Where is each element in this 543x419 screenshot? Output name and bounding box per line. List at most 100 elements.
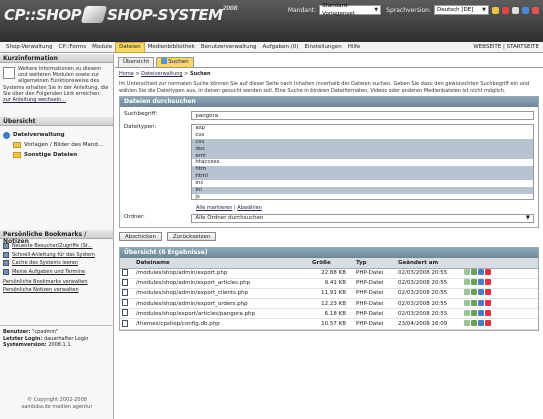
download-icon[interactable] [471,309,477,316]
download-icon[interactable] [471,269,477,276]
breadcrumb-home[interactable]: Home [119,71,134,77]
tab-uebersicht[interactable]: Übersicht [118,57,155,67]
menu-einstellungen[interactable]: Einstellungen [302,42,345,53]
table-row[interactable]: /modules/shop/admin/export_articles.php 9… [120,278,538,289]
cell-filename[interactable]: /themes/cpshop/config.db.php [134,318,310,330]
filetype-option[interactable]: asp [192,125,533,132]
edit-icon[interactable] [478,299,484,306]
delete-icon[interactable] [485,309,491,316]
view-icon[interactable] [464,289,470,296]
delete-icon[interactable] [485,269,491,276]
view-icon[interactable] [464,269,470,276]
download-icon[interactable] [471,279,477,286]
cell-filename[interactable]: /modules/shop/admin/export_articles.php [134,278,310,289]
mark-all-link[interactable]: Alle markieren [196,205,232,211]
help-icon[interactable] [502,6,509,14]
submit-button[interactable]: Abschicken [119,232,163,241]
menu-aufgaben[interactable]: Aufgaben (0) [260,42,302,53]
manage-notes-link[interactable]: Persönliche Notizen verwalten [3,286,110,294]
table-row[interactable]: /modules/shop/admin/export.php 22.88 KB PH… [120,268,538,279]
col-filename[interactable]: Dateiname [134,258,310,269]
star-icon[interactable] [492,6,499,14]
delete-icon[interactable] [485,279,491,286]
download-icon[interactable] [471,289,477,296]
filetype-option[interactable]: js [192,194,533,199]
bookmark-item[interactable]: Neueste Besucher/Zugriffe (St... [3,242,110,251]
copyright: © Copyright 2002-2008 sandoba.de medien a… [21,397,93,410]
bookmark-item[interactable]: Schnell-Anleitung für das System [3,251,110,260]
cell-filename[interactable]: /modules/shop/admin/export_orders.php [134,298,310,310]
cell-filename[interactable]: /modules/shop/admin/export_clients.php [134,288,310,300]
table-row[interactable]: /modules/shop/export/articles/pangora.ph… [120,308,538,320]
delete-icon[interactable] [485,299,491,306]
tree-root[interactable]: Dateiverwaltung [3,130,110,140]
info-icon[interactable] [522,6,529,14]
tab-suchen[interactable]: Suchen [156,57,194,67]
download-icon[interactable] [471,299,477,306]
cell-type: PHP-Datei [354,288,396,300]
col-size[interactable]: Größe [310,258,354,269]
logout-icon[interactable] [532,6,539,14]
results-title: Übersicht (6 Ergebnisse) [120,248,538,258]
edit-icon[interactable] [478,269,484,276]
table-row[interactable]: /modules/shop/admin/export_clients.php 11… [120,288,538,300]
menu-hilfe[interactable]: Hilfe [345,42,364,53]
filetype-option[interactable]: inc [192,180,533,187]
filetype-option[interactable]: htm [192,166,533,174]
view-icon[interactable] [464,309,470,316]
menu-benutzerverwaltung[interactable]: Benutzerverwaltung [198,42,260,53]
download-icon[interactable] [471,320,477,327]
cell-filename[interactable]: /modules/shop/export/articles/pangora.ph… [134,308,310,320]
chevron-down-icon: ▼ [482,7,486,13]
main-content: Übersicht Suchen Home > Dateiverwaltung … [115,54,543,419]
language-select[interactable]: Deutsch [DE] ▼ [434,5,489,15]
bookmark-item[interactable]: Cache des Systems leeren [3,259,110,268]
mark-links: Alle markieren | Abwählen [196,205,262,211]
table-row[interactable]: /modules/shop/admin/export_orders.php 12.… [120,298,538,310]
edit-icon[interactable] [478,309,484,316]
edit-icon[interactable] [478,279,484,286]
col-date[interactable]: Geändert am [396,258,462,269]
search-input[interactable]: pangora [191,111,534,120]
menu-shop-verwaltung[interactable]: Shop-Verwaltung [3,42,56,53]
php-file-icon [122,299,128,307]
filetype-option[interactable]: csv [192,138,533,146]
manual-link[interactable]: zur Anleitung wechseln... [3,97,66,103]
menu-dateien[interactable]: Dateien [115,41,145,53]
search-icon [161,58,168,64]
table-row[interactable]: /themes/cpshop/config.db.php 10.57 KB PHP-… [120,318,538,330]
bookmark-item[interactable]: Meine Aufgaben und Termine [3,268,110,277]
mandant-select[interactable]: Standard-Vorlagenset ▼ [319,3,382,17]
app-logo[interactable]: CP::SHOP SHOP-SYSTEM2008 [4,5,238,24]
filetype-option[interactable]: ini [192,187,533,194]
mail-icon[interactable] [512,6,519,14]
menu-cp-forms[interactable]: CP::Forms [56,42,90,53]
filetype-option[interactable]: css [192,132,533,139]
filetype-option[interactable]: html [192,173,533,181]
delete-icon[interactable] [485,289,491,296]
folder-icon [13,142,21,148]
tree-item-vorlagen[interactable]: Vorlagen / Bilder des Mand... [3,140,110,150]
menu-module[interactable]: Module [89,42,115,53]
edit-icon[interactable] [478,289,484,296]
view-icon[interactable] [464,299,470,306]
view-icon[interactable] [464,279,470,286]
breadcrumb-dateiverwaltung[interactable]: Dateiverwaltung [141,71,182,77]
delete-icon[interactable] [485,320,491,327]
menu-medienbibliothek[interactable]: Medienbibliothek [145,42,198,53]
cell-filename[interactable]: /modules/shop/admin/export.php [134,268,310,279]
unmark-all-link[interactable]: Abwählen [237,205,262,211]
filetypes-listbox[interactable]: asp css csv doc eml htaccess htm html inc ini js [191,124,534,200]
folder-select[interactable]: Alle Ordner durchsuchen ▼ [191,214,534,223]
col-type[interactable]: Typ [354,258,396,269]
edit-icon[interactable] [478,320,484,327]
manage-bookmarks-link[interactable]: Persönliche Bookmarks verwalten [3,278,110,286]
reset-button[interactable]: Zurücksetzen [167,232,217,241]
view-icon[interactable] [464,320,470,327]
filetype-option[interactable]: doc [192,145,533,153]
tree-item-sonstige[interactable]: Sonstige Dateien [3,150,110,160]
website-startpage-links[interactable]: WEBSEITE | STARTSEITE [473,44,543,50]
cell-type: PHP-Datei [354,318,396,330]
filetype-option[interactable]: eml [192,152,533,160]
filetype-option[interactable]: htaccess [192,159,533,166]
